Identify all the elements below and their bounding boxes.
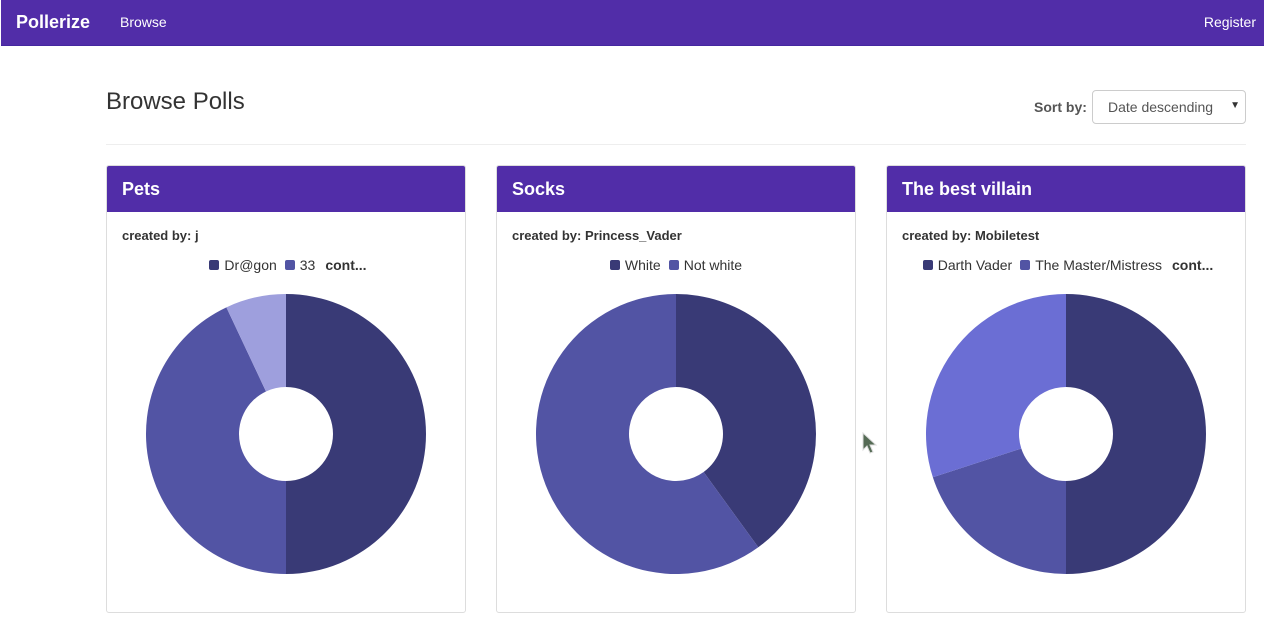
legend-swatch: [609, 260, 620, 270]
poll-card-best-villain[interactable]: The best villain created by: Mobiletest …: [886, 165, 1246, 613]
poll-legend: Darth Vader The Master/Mistress cont...: [887, 257, 1245, 273]
nav-browse-link[interactable]: Browse: [120, 14, 167, 30]
legend-item: White: [609, 257, 661, 273]
poll-title[interactable]: Pets: [107, 166, 465, 212]
legend-item: The Master/Mistress: [1020, 257, 1162, 273]
sort-select[interactable]: Date descending ▼: [1092, 90, 1246, 124]
poll-donut-chart: [146, 294, 426, 574]
legend-label: White: [624, 257, 661, 273]
poll-title[interactable]: Socks: [497, 166, 855, 212]
legend-swatch: [1020, 260, 1031, 270]
poll-creator: created by: j: [122, 228, 199, 243]
legend-label: Dr@gon: [224, 257, 277, 273]
divider: [106, 144, 1246, 145]
legend-item: Darth Vader: [922, 257, 1013, 273]
legend-item: 33: [284, 257, 316, 273]
top-navbar: Pollerize Browse Register: [1, 0, 1264, 46]
brand-link[interactable]: Pollerize: [16, 12, 90, 33]
legend-label: 33: [299, 257, 316, 273]
legend-label: The Master/Mistress: [1035, 257, 1163, 273]
legend-more-link[interactable]: cont...: [325, 257, 366, 273]
chevron-down-icon: ▼: [1230, 100, 1240, 111]
poll-creator: created by: Princess_Vader: [512, 228, 682, 243]
donut-slice[interactable]: [926, 294, 1066, 478]
sort-select-value: Date descending: [1108, 99, 1214, 115]
mouse-pointer-icon: [862, 432, 878, 454]
poll-legend: Dr@gon 33 cont...: [107, 257, 465, 273]
nav-register-link[interactable]: Register: [1204, 14, 1256, 30]
legend-label: Not white: [683, 257, 743, 273]
poll-donut-chart: [926, 294, 1206, 574]
legend-swatch: [284, 260, 295, 270]
poll-title[interactable]: The best villain: [887, 166, 1245, 212]
poll-creator: created by: Mobiletest: [902, 228, 1040, 243]
poll-donut-chart: [536, 294, 816, 574]
legend-more-link[interactable]: cont...: [1172, 257, 1213, 273]
poll-card-pets[interactable]: Pets created by: j Dr@gon 33 cont...: [106, 165, 466, 613]
donut-slice[interactable]: [286, 294, 426, 574]
poll-legend: White Not white: [497, 257, 855, 273]
donut-slice[interactable]: [1066, 294, 1206, 574]
legend-swatch: [209, 260, 220, 270]
sort-label: Sort by:: [1034, 99, 1087, 115]
legend-label: Darth Vader: [937, 257, 1013, 273]
page-title: Browse Polls: [106, 88, 245, 115]
legend-swatch: [922, 260, 933, 270]
legend-item: Not white: [668, 257, 743, 273]
legend-swatch: [668, 260, 679, 270]
poll-card-socks[interactable]: Socks created by: Princess_Vader White No…: [496, 165, 856, 613]
legend-item: Dr@gon: [209, 257, 277, 273]
